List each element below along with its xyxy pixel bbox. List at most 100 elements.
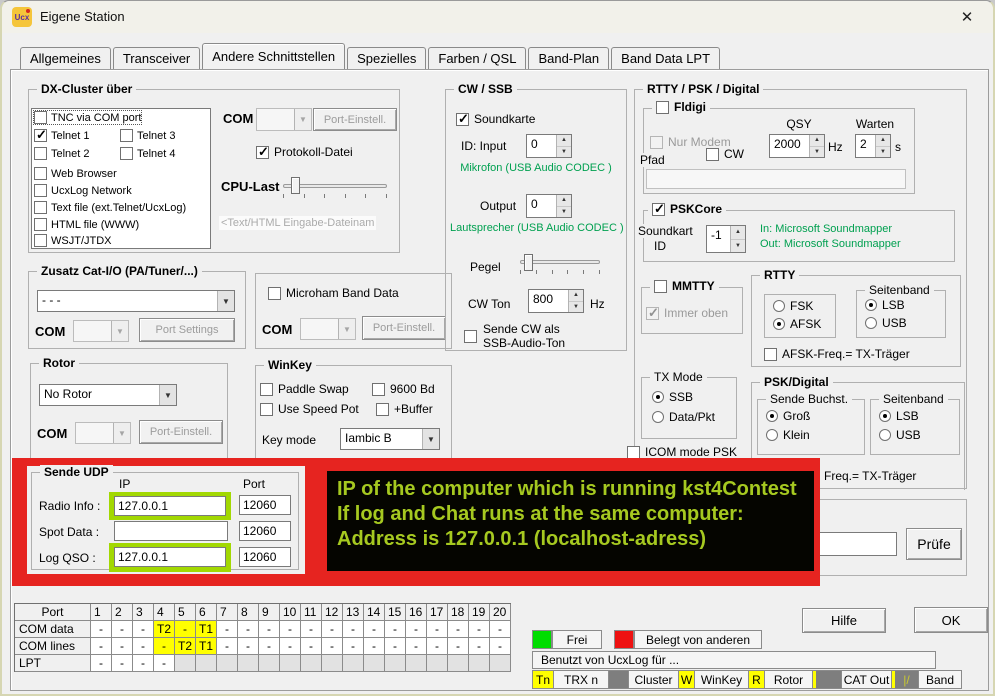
paddle-swap-checkbox[interactable] [260, 383, 273, 396]
spinner-down-icon[interactable]: ▼ [876, 147, 890, 158]
dx-item-checkbox[interactable] [34, 111, 47, 124]
immer-oben-checkbox[interactable] [646, 307, 659, 320]
tab-spezielles[interactable]: Spezielles [347, 47, 426, 69]
cw-ton-spinner[interactable]: 800▲▼ [528, 289, 584, 313]
pskcore-id-spinner[interactable]: -1▲▼ [706, 225, 746, 253]
output-id-spinner[interactable]: 0▲▼ [526, 194, 572, 218]
tab-band-data-lpt[interactable]: Band Data LPT [611, 47, 720, 69]
sende-cw-checkbox[interactable] [464, 330, 477, 343]
tx-ssb-radio[interactable] [652, 391, 664, 403]
microham-port-settings-button[interactable]: Port-Einstell. [362, 316, 446, 340]
dx-port-settings-button[interactable]: Port-Einstell. [313, 108, 397, 131]
chevron-down-icon[interactable]: ▼ [113, 423, 130, 443]
chevron-down-icon[interactable]: ▼ [294, 109, 311, 130]
pskcore-checkbox[interactable] [652, 203, 665, 216]
psk-lsb-radio[interactable] [879, 410, 891, 422]
text-html-file-hint[interactable]: <Text/HTML Eingabe-Dateinam [219, 216, 376, 230]
dx-com-dropdown[interactable]: ▼ [256, 108, 312, 131]
spot-data-ip-field[interactable] [114, 521, 228, 541]
dx-cluster-list[interactable]: TNC via COM port Telnet 1 Telnet 3 Telne… [31, 108, 211, 249]
icom-mode-psk-label: ICOM mode PSK [645, 445, 737, 459]
psk-usb-radio[interactable] [879, 429, 891, 441]
zusatz-device-dropdown[interactable]: - - -▼ [37, 290, 235, 312]
spinner-up-icon[interactable]: ▲ [876, 135, 890, 147]
rotor-dropdown[interactable]: No Rotor▼ [39, 384, 177, 406]
tx-data-pkt-radio[interactable] [652, 411, 664, 423]
spinner-down-icon[interactable]: ▼ [569, 302, 583, 313]
microham-com-dropdown[interactable]: ▼ [300, 318, 356, 340]
chevron-down-icon[interactable]: ▼ [338, 319, 355, 339]
pruefe-button[interactable]: Prüfe [906, 528, 962, 560]
chevron-down-icon[interactable]: ▼ [159, 385, 176, 405]
lautsprecher-device-label: Lautsprecher (USB Audio CODEC ) [450, 222, 622, 234]
fldigi-path-field[interactable] [646, 169, 906, 189]
icom-mode-psk-checkbox[interactable] [627, 446, 640, 459]
rtty-usb-radio[interactable] [865, 317, 877, 329]
hilfe-button[interactable]: Hilfe [802, 608, 886, 633]
rotor-port-settings-button[interactable]: Port-Einstell. [139, 420, 223, 444]
dx-item-checkbox[interactable] [34, 218, 47, 231]
zusatz-port-settings-button[interactable]: Port Settings [139, 318, 235, 342]
radio-info-port-field[interactable]: 12060 [239, 495, 291, 515]
spinner-up-icon[interactable]: ▲ [731, 226, 745, 240]
log-qso-ip-field[interactable]: 127.0.0.1 [114, 547, 226, 567]
input-id-spinner[interactable]: 0▲▼ [526, 134, 572, 158]
gross-radio[interactable] [766, 410, 778, 422]
qsy-spinner[interactable]: 2000▲▼ [769, 134, 825, 158]
dx-item-checkbox[interactable] [34, 167, 47, 180]
ok-button[interactable]: OK [914, 607, 988, 633]
fldigi-cw-checkbox[interactable] [706, 148, 719, 161]
dx-item-checkbox[interactable] [120, 147, 133, 160]
rotor-com-dropdown[interactable]: ▼ [75, 422, 131, 444]
chevron-down-icon[interactable]: ▼ [422, 429, 439, 449]
dx-item-checkbox[interactable] [34, 147, 47, 160]
spinner-up-icon[interactable]: ▲ [810, 135, 824, 147]
klein-radio[interactable] [766, 429, 778, 441]
dx-item-checkbox[interactable] [34, 201, 47, 214]
microham-checkbox[interactable] [268, 287, 281, 300]
tab-andere-schnittstellen[interactable]: Andere Schnittstellen [202, 43, 345, 69]
buffer-checkbox[interactable] [376, 403, 389, 416]
legend-key: Tn [533, 671, 554, 688]
pegel-slider-thumb[interactable] [524, 254, 533, 271]
key-mode-dropdown[interactable]: Iambic B▼ [340, 428, 440, 450]
log-qso-port-field[interactable]: 12060 [239, 547, 291, 567]
dx-item-checkbox[interactable] [34, 184, 47, 197]
chevron-down-icon[interactable]: ▼ [111, 321, 128, 341]
zusatz-com-dropdown[interactable]: ▼ [73, 320, 129, 342]
chevron-down-icon[interactable]: ▼ [217, 291, 234, 311]
afsk-freq-checkbox[interactable] [764, 348, 777, 361]
afsk-radio[interactable] [773, 318, 785, 330]
warten-spinner[interactable]: 2▲▼ [855, 134, 891, 158]
protokoll-datei-checkbox[interactable] [256, 146, 269, 159]
fsk-radio[interactable] [773, 300, 785, 312]
tab-farben-qsl[interactable]: Farben / QSL [428, 47, 526, 69]
tab-allgemeines[interactable]: Allgemeines [20, 47, 111, 69]
spot-data-port-field[interactable]: 12060 [239, 521, 291, 541]
dx-item-checkbox[interactable] [34, 234, 47, 247]
legend-label: TRX n [554, 671, 609, 688]
soundkarte-checkbox[interactable] [456, 113, 469, 126]
use-speed-pot-checkbox[interactable] [260, 403, 273, 416]
spinner-down-icon[interactable]: ▼ [557, 147, 571, 158]
9600bd-checkbox[interactable] [372, 383, 385, 396]
tab-transceiver[interactable]: Transceiver [113, 47, 200, 69]
fldigi-checkbox[interactable] [656, 101, 669, 114]
tab-band-plan[interactable]: Band-Plan [528, 47, 609, 69]
spinner-down-icon[interactable]: ▼ [557, 207, 571, 218]
port-column-header: Port [243, 477, 265, 491]
spinner-down-icon[interactable]: ▼ [810, 147, 824, 158]
cpu-last-slider-thumb[interactable] [291, 177, 300, 194]
dx-item-checkbox[interactable] [34, 129, 47, 142]
close-icon[interactable]: ✕ [946, 5, 988, 29]
spinner-up-icon[interactable]: ▲ [557, 135, 571, 147]
spinner-up-icon[interactable]: ▲ [569, 290, 583, 302]
port-table-cell: - [133, 638, 154, 655]
rtty-lsb-radio[interactable] [865, 299, 877, 311]
nur-modem-checkbox[interactable] [650, 136, 663, 149]
spinner-up-icon[interactable]: ▲ [557, 195, 571, 207]
radio-info-ip-field[interactable]: 127.0.0.1 [114, 496, 226, 516]
spinner-down-icon[interactable]: ▼ [731, 240, 745, 253]
mmtty-checkbox[interactable] [654, 280, 667, 293]
dx-item-checkbox[interactable] [120, 129, 133, 142]
